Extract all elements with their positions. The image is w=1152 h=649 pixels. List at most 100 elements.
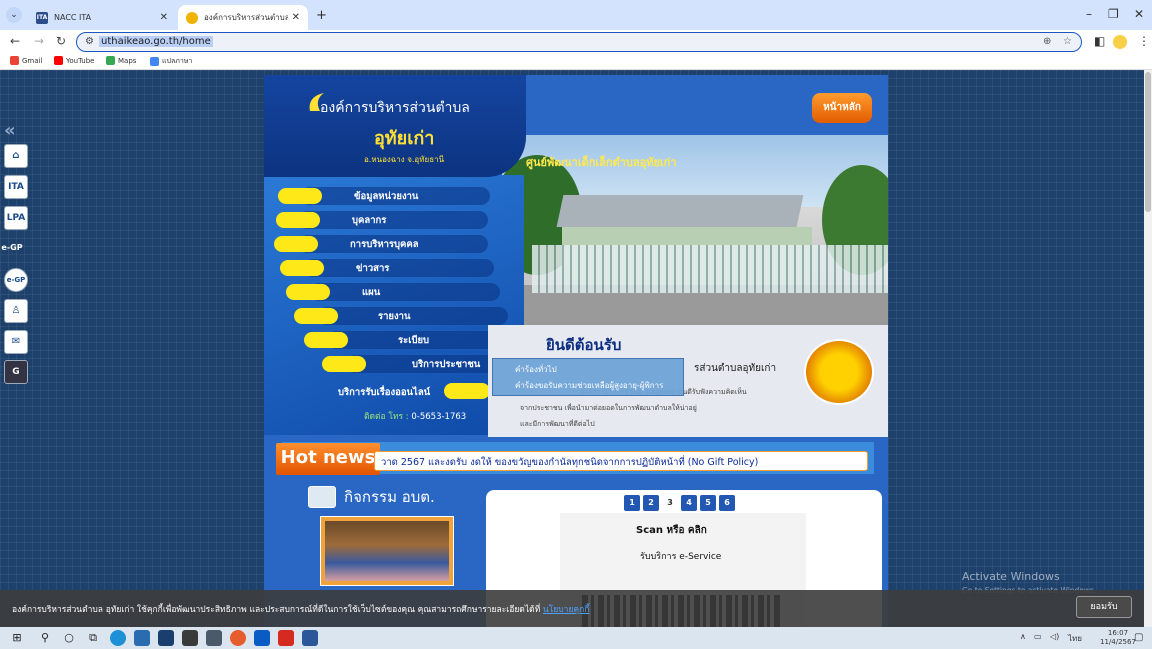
- service-dropdown: คำร้องทั่วไป คำร้องขอรับความช่วยเหลือผู้…: [492, 358, 684, 396]
- menu-item-agency-info[interactable]: ข้อมูลหน่วยงาน: [278, 187, 418, 205]
- news-ticker[interactable]: วาด 2567 และงดรับ งดให้ ของขวัญของกำนัลท…: [374, 451, 868, 471]
- page-button-3[interactable]: 3: [662, 495, 678, 511]
- bookmark-maps[interactable]: Maps: [106, 56, 136, 65]
- restore-icon[interactable]: ❐: [1108, 7, 1119, 21]
- accept-cookies-button[interactable]: ยอมรับ: [1076, 596, 1132, 618]
- zoom-app-icon[interactable]: [254, 630, 270, 646]
- slide-pager: 1 2 3 4 5 6: [624, 495, 738, 511]
- lpa-button[interactable]: LPA: [4, 206, 28, 230]
- menu-label: ข่าวสาร: [356, 262, 390, 274]
- org-name: องค์การบริหารส่วนตำบล: [320, 100, 470, 116]
- main-page: ศูนย์พัฒนาเด็กเล็กตำบลอุทัยเก่า หน้าหลัก…: [264, 75, 888, 627]
- search-icon[interactable]: ⚲: [38, 631, 52, 645]
- online-service-pill[interactable]: [444, 383, 490, 399]
- ita-button[interactable]: ITA: [4, 175, 28, 199]
- minimize-icon[interactable]: –: [1086, 7, 1092, 21]
- page-button-6[interactable]: 6: [719, 495, 735, 511]
- close-tab-icon[interactable]: ✕: [292, 12, 300, 23]
- word-icon[interactable]: [302, 630, 318, 646]
- task-view-icon[interactable]: ⧉: [86, 631, 100, 645]
- back-icon[interactable]: ←: [10, 34, 20, 48]
- egp-button[interactable]: e-GP: [0, 237, 24, 261]
- bookmark-translate[interactable]: แปลภาษา: [150, 56, 192, 67]
- menu-item-public-service[interactable]: บริการประชาชน: [322, 355, 480, 373]
- bookmark-gmail[interactable]: Gmail: [10, 56, 42, 65]
- bookmark-youtube[interactable]: YouTube: [54, 56, 94, 65]
- scan-text: Scan หรือ คลิก: [636, 525, 707, 536]
- activity-thumbnail[interactable]: [320, 516, 454, 586]
- mail-app-icon[interactable]: [182, 630, 198, 646]
- bookmark-label: YouTube: [66, 56, 95, 65]
- app-icon[interactable]: [206, 630, 222, 646]
- contact-phone: 0-5653-1763: [411, 412, 467, 422]
- menu-label: ระเบียบ: [398, 334, 430, 346]
- more-menu-icon[interactable]: ⋮: [1138, 34, 1150, 48]
- dropdown-item-assistance-request[interactable]: คำร้องขอรับความช่วยเหลือผู้สูงอายุ-ผู้พิ…: [515, 379, 663, 392]
- user-icon[interactable]: ♙: [4, 299, 28, 323]
- tab-nacc-ita[interactable]: ITA NACC ITA ✕: [28, 5, 176, 30]
- site-info-icon[interactable]: ⚙: [85, 36, 94, 47]
- activity-photo: [325, 521, 449, 581]
- cookie-policy-link[interactable]: นโยบายคุกกี้: [543, 605, 589, 615]
- forward-icon[interactable]: →: [34, 34, 44, 48]
- edge-icon[interactable]: [110, 630, 126, 646]
- menu-item-hr[interactable]: การบริหารบุคคล: [274, 235, 419, 253]
- contact-label: ติดต่อ โทร :: [364, 412, 409, 422]
- store-icon[interactable]: [158, 630, 174, 646]
- language-indicator[interactable]: ไทย: [1068, 632, 1082, 645]
- menu-item-report[interactable]: รายงาน: [294, 307, 410, 325]
- menu-item-personnel[interactable]: บุคลากร: [276, 211, 386, 229]
- online-service-label[interactable]: บริการรับเรื่องออนไลน์: [338, 385, 430, 400]
- profile-avatar[interactable]: [1113, 35, 1127, 49]
- tray-chevron-icon[interactable]: ∧: [1020, 632, 1026, 641]
- translate-icon: [150, 57, 159, 66]
- zoom-icon[interactable]: ⊕: [1043, 36, 1051, 47]
- collapse-quickbar-icon[interactable]: «: [4, 120, 16, 141]
- home-button[interactable]: หน้าหลัก: [812, 93, 872, 123]
- notifications-icon[interactable]: ▢: [1134, 632, 1143, 643]
- pdf-icon[interactable]: [278, 630, 294, 646]
- menu-pill-icon: [294, 308, 338, 324]
- menu-item-regulation[interactable]: ระเบียบ: [304, 331, 429, 349]
- cookie-consent-bar: องค์การบริหารส่วนตำบล อุทัยเก่า ใช้คุกกี…: [0, 590, 1144, 627]
- menu-pill-icon: [276, 212, 320, 228]
- url-text[interactable]: uthaikeao.go.th/home: [99, 36, 213, 47]
- org-district: อ.หนองฉาง จ.อุทัยธานี: [364, 155, 445, 164]
- page-button-4[interactable]: 4: [681, 495, 697, 511]
- page-scrollbar[interactable]: [1144, 70, 1152, 627]
- ita-favicon-icon: ITA: [36, 11, 48, 24]
- windows-start-icon[interactable]: ⊞: [10, 631, 24, 645]
- home-icon[interactable]: ⌂: [4, 144, 28, 168]
- file-explorer-icon[interactable]: [134, 630, 150, 646]
- close-window-icon[interactable]: ✕: [1134, 7, 1144, 21]
- fence-graphic: [532, 245, 888, 293]
- address-bar[interactable]: ⚙ uthaikeao.go.th/home ⊕ ☆: [76, 32, 1082, 52]
- clock[interactable]: 16:07 11/4/2567: [1100, 629, 1136, 647]
- chrome-icon[interactable]: [230, 630, 246, 646]
- menu-item-plan[interactable]: แผน: [286, 283, 380, 301]
- scan-subtext[interactable]: รับบริการ e-Service: [640, 549, 721, 563]
- menu-pill-icon: [286, 284, 330, 300]
- dropdown-item-general-request[interactable]: คำร้องทั่วไป: [515, 363, 557, 376]
- reload-icon[interactable]: ↻: [56, 34, 66, 48]
- volume-icon[interactable]: ◁): [1050, 632, 1059, 641]
- page-button-5[interactable]: 5: [700, 495, 716, 511]
- page-button-1[interactable]: 1: [624, 495, 640, 511]
- sidepanel-icon[interactable]: ◧: [1094, 34, 1105, 48]
- bookmark-star-icon[interactable]: ☆: [1063, 36, 1072, 47]
- close-tab-icon[interactable]: ✕: [160, 12, 168, 23]
- page-button-2[interactable]: 2: [643, 495, 659, 511]
- network-icon[interactable]: ▭: [1034, 632, 1042, 641]
- cortana-icon[interactable]: ○: [62, 631, 76, 645]
- new-tab-button[interactable]: +: [316, 8, 327, 23]
- menu-item-news[interactable]: ข่าวสาร: [280, 259, 389, 277]
- egp-globe-button[interactable]: e-GP: [4, 268, 28, 292]
- clock-date: 11/4/2567: [1100, 638, 1136, 646]
- scrollbar-thumb[interactable]: [1145, 72, 1151, 212]
- tab-search-chevron-icon[interactable]: ⌄: [6, 7, 22, 23]
- mail-icon[interactable]: ✉: [4, 330, 28, 354]
- tab-uthaikeao[interactable]: องค์การบริหารส่วนตำบล อุทัยเก่า อ. ✕: [178, 5, 308, 30]
- camera-icon: [308, 486, 336, 508]
- translate-icon[interactable]: G: [4, 360, 28, 384]
- hotnews-label: Hot news: [276, 443, 380, 475]
